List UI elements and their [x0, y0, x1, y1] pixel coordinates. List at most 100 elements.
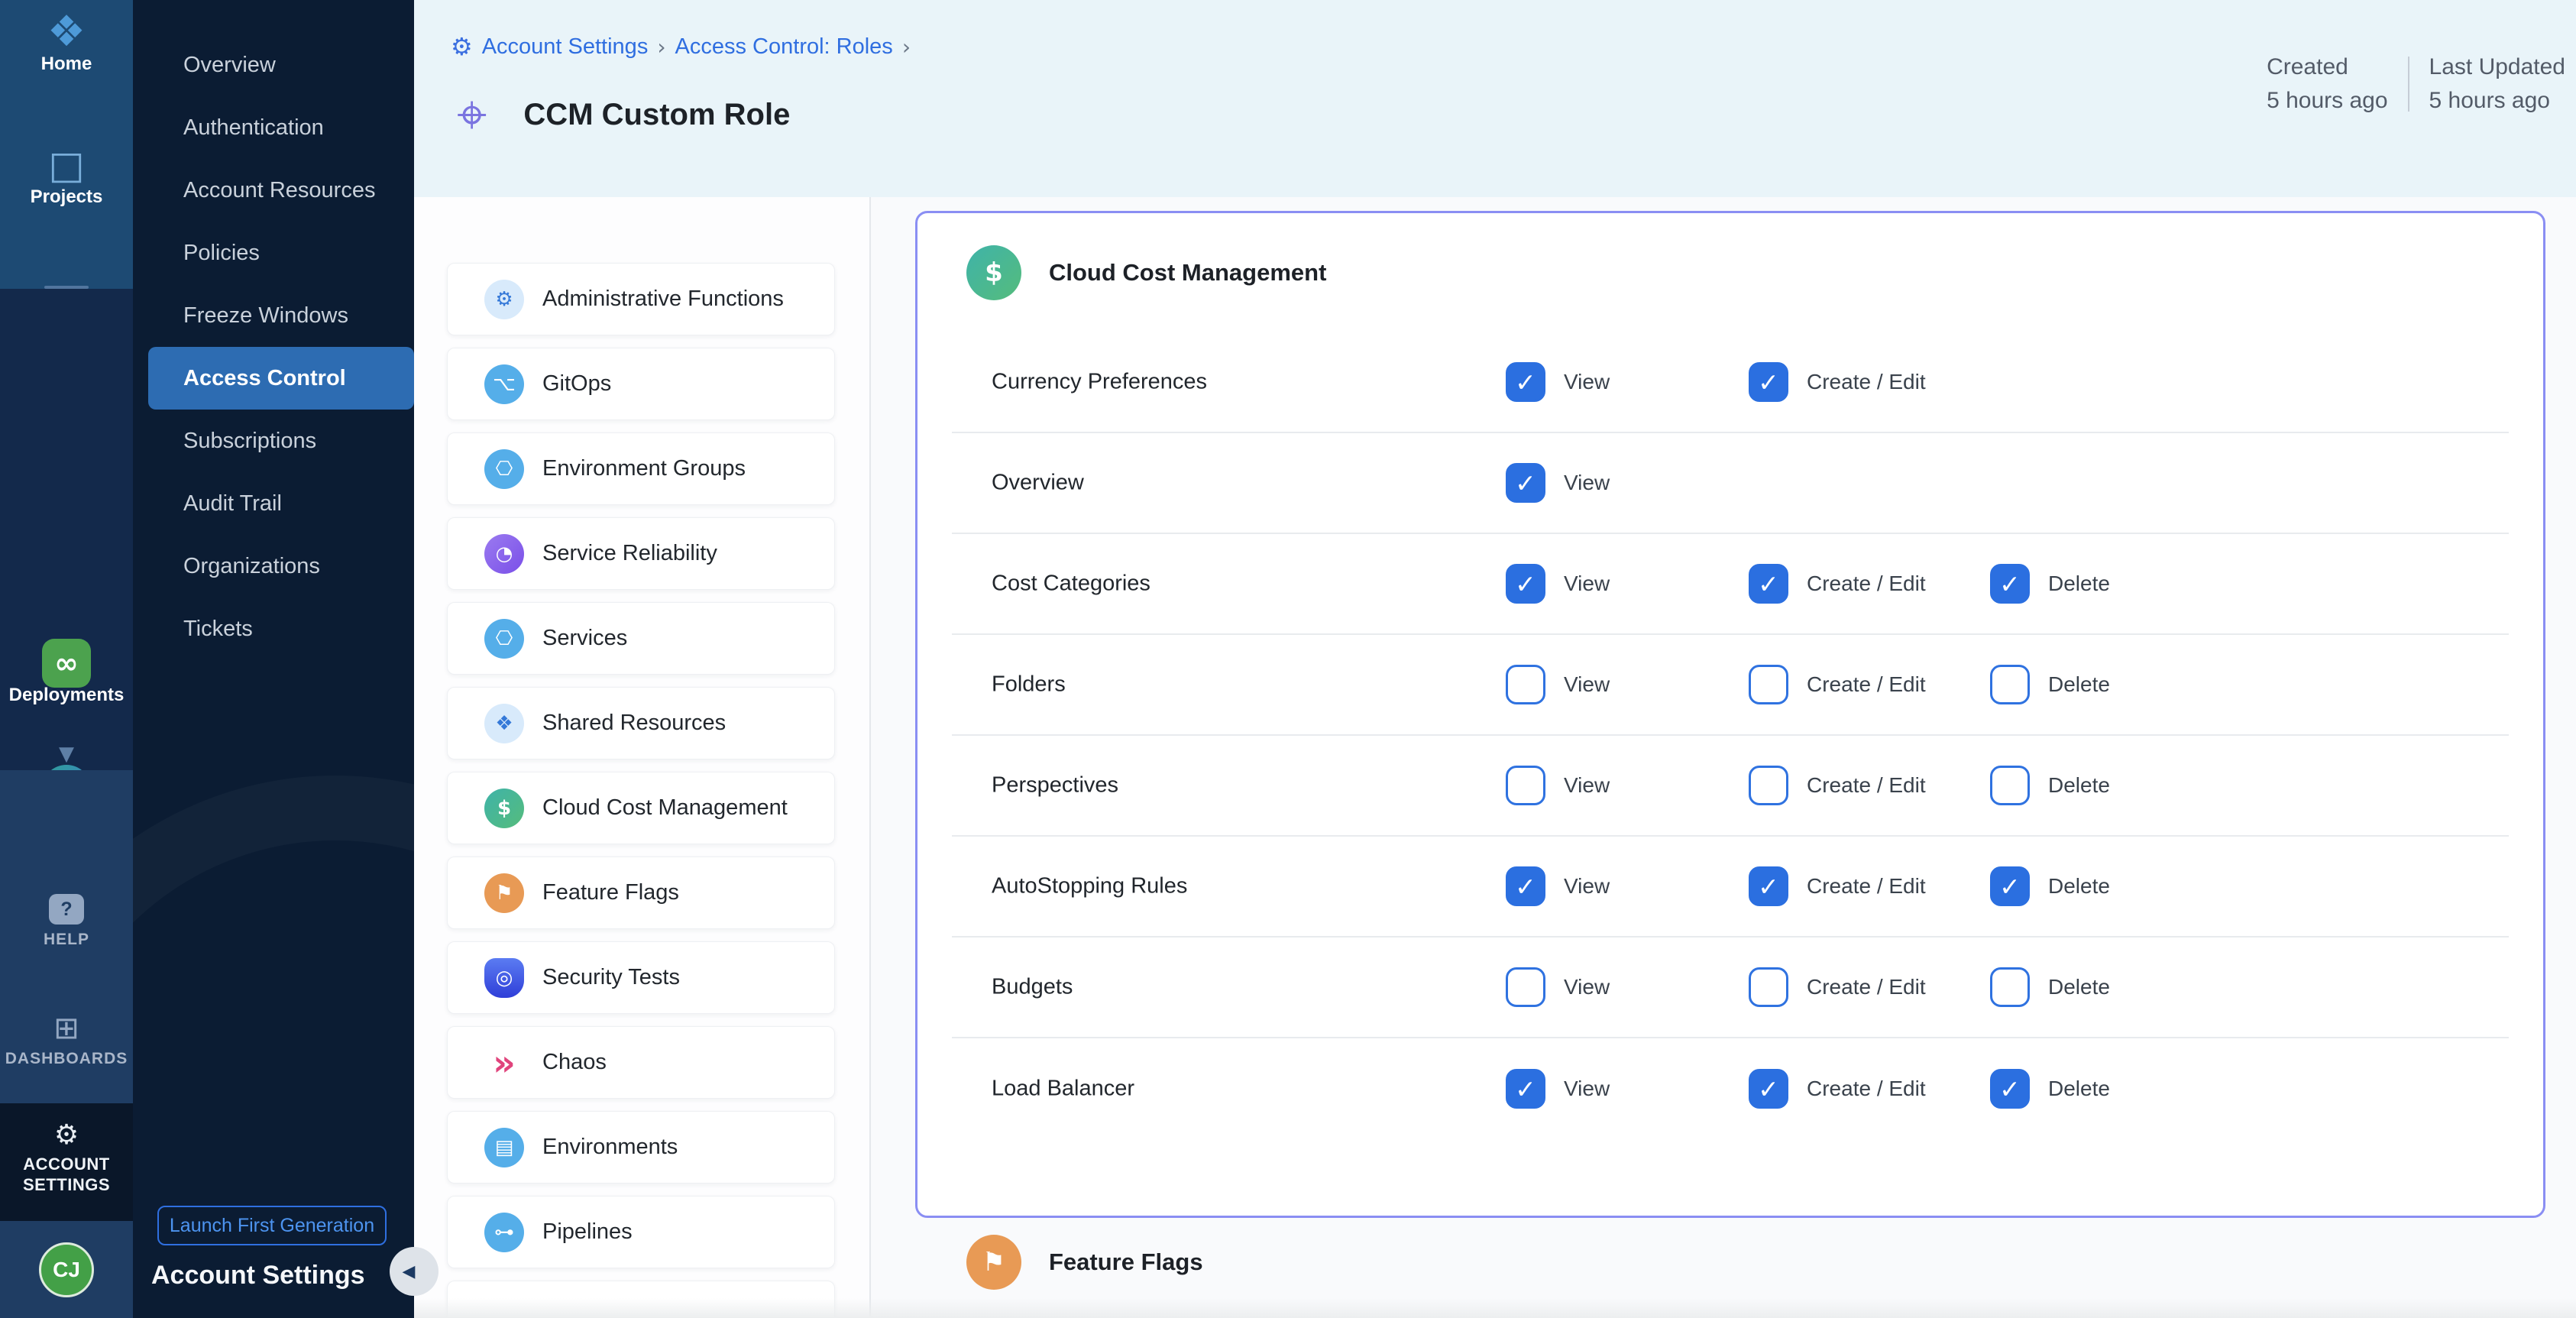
- perm-view-checkbox[interactable]: [1506, 866, 1545, 906]
- perm-create-edit-cell[interactable]: Create / Edit: [1749, 665, 1926, 704]
- sidebar-item-audit-trail[interactable]: Audit Trail: [148, 472, 414, 535]
- perm-view-label: View: [1564, 773, 1610, 798]
- perm-view-checkbox[interactable]: [1506, 564, 1545, 604]
- category-card-environment-groups[interactable]: ⎔Environment Groups: [447, 432, 835, 505]
- rail-top-section: ❖ Home □ Projects: [0, 0, 133, 289]
- nav-projects-label: Projects: [0, 186, 133, 208]
- perm-delete-checkbox[interactable]: [1990, 564, 2030, 604]
- reliability-dial-icon: ◔: [484, 534, 524, 574]
- chevron-down-icon[interactable]: ▼: [0, 743, 133, 766]
- category-card-cloud-cost-management[interactable]: $Cloud Cost Management: [447, 772, 835, 844]
- sidebar-item-tickets[interactable]: Tickets: [148, 597, 414, 660]
- category-card-gitops[interactable]: ⌥GitOps: [447, 348, 835, 420]
- perm-create-edit-checkbox[interactable]: [1749, 766, 1788, 805]
- account-settings-button[interactable]: ⚙ ACCOUNT SETTINGS: [0, 1122, 133, 1195]
- sidebar-item-authentication[interactable]: Authentication: [148, 96, 414, 159]
- nav-deployments[interactable]: ∞Deployments: [0, 639, 133, 706]
- perm-view-checkbox[interactable]: [1506, 463, 1545, 503]
- nav-projects[interactable]: □ Projects: [0, 144, 133, 208]
- category-card-chaos[interactable]: »Chaos: [447, 1026, 835, 1099]
- perm-view-checkbox[interactable]: [1506, 362, 1545, 402]
- perm-delete-cell[interactable]: Delete: [1990, 866, 2110, 906]
- deployments-infinity-icon: ∞: [42, 639, 91, 688]
- flag-icon: ⚑: [966, 1235, 1021, 1290]
- perm-delete-label: Delete: [2048, 874, 2110, 899]
- perm-view-checkbox[interactable]: [1506, 967, 1545, 1007]
- perm-delete-checkbox[interactable]: [1990, 866, 2030, 906]
- permission-rows: Currency PreferencesViewCreate / EditOve…: [952, 332, 2509, 1139]
- perm-create-edit-checkbox[interactable]: [1749, 967, 1788, 1007]
- category-card-environments[interactable]: ▤Environments: [447, 1111, 835, 1184]
- perm-create-edit-cell[interactable]: Create / Edit: [1749, 564, 1926, 604]
- perm-delete-cell[interactable]: Delete: [1990, 967, 2110, 1007]
- perm-delete-cell[interactable]: Delete: [1990, 564, 2110, 604]
- perm-create-edit-checkbox[interactable]: [1749, 564, 1788, 604]
- perm-create-edit-cell[interactable]: Create / Edit: [1749, 362, 1926, 402]
- perm-delete-checkbox[interactable]: [1990, 967, 2030, 1007]
- breadcrumb-account-settings[interactable]: Account Settings: [482, 34, 649, 60]
- perm-view-label: View: [1564, 471, 1610, 495]
- perm-create-edit-cell[interactable]: Create / Edit: [1749, 766, 1926, 805]
- category-label: Administrative Functions: [542, 287, 784, 312]
- sidebar-item-policies[interactable]: Policies: [148, 222, 414, 284]
- pipeline-links-icon: ⊶: [484, 1213, 524, 1252]
- perm-create-edit-cell[interactable]: Create / Edit: [1749, 1069, 1926, 1109]
- created-label: Created: [2267, 53, 2387, 81]
- rail-account-settings[interactable]: ⚙ ACCOUNT SETTINGS: [0, 1103, 133, 1221]
- dashboards-button[interactable]: ⊞ DASHBOARDS: [0, 1013, 133, 1068]
- perm-create-edit-cell[interactable]: Create / Edit: [1749, 967, 1926, 1007]
- perm-delete-checkbox[interactable]: [1990, 665, 2030, 704]
- perm-create-edit-checkbox[interactable]: [1749, 665, 1788, 704]
- perm-view-cell[interactable]: View: [1506, 362, 1610, 402]
- user-avatar[interactable]: CJ: [0, 1242, 133, 1297]
- permission-row-autostopping-rules: AutoStopping RulesViewCreate / EditDelet…: [952, 837, 2509, 937]
- perm-view-checkbox[interactable]: [1506, 766, 1545, 805]
- perm-create-edit-cell[interactable]: Create / Edit: [1749, 866, 1926, 906]
- nav-home-label: Home: [0, 53, 133, 75]
- nav-home[interactable]: ❖ Home: [0, 11, 133, 75]
- perm-view-cell[interactable]: View: [1506, 463, 1610, 503]
- perm-create-edit-label: Create / Edit: [1807, 672, 1926, 697]
- permission-row-label: Currency Preferences: [992, 370, 1207, 395]
- perm-delete-cell[interactable]: Delete: [1990, 1069, 2110, 1109]
- launch-first-generation-button[interactable]: Launch First Generation: [157, 1206, 387, 1245]
- perm-create-edit-checkbox[interactable]: [1749, 362, 1788, 402]
- perm-delete-checkbox[interactable]: [1990, 1069, 2030, 1109]
- breadcrumb-access-control-roles[interactable]: Access Control: Roles: [675, 34, 893, 60]
- flag-icon: ⚑: [484, 873, 524, 913]
- perm-view-cell[interactable]: View: [1506, 564, 1610, 604]
- sidebar-item-freeze-windows[interactable]: Freeze Windows: [148, 284, 414, 347]
- sidebar-item-access-control[interactable]: Access Control: [148, 347, 414, 410]
- chaos-arrows-icon: »: [484, 1043, 524, 1083]
- perm-create-edit-checkbox[interactable]: [1749, 1069, 1788, 1109]
- category-card-partial[interactable]: [447, 1281, 835, 1318]
- category-card-shared-resources[interactable]: ❖Shared Resources: [447, 687, 835, 759]
- perm-view-cell[interactable]: View: [1506, 766, 1610, 805]
- sidebar-collapse-button[interactable]: ◀: [390, 1247, 439, 1296]
- perm-delete-cell[interactable]: Delete: [1990, 665, 2110, 704]
- perm-view-checkbox[interactable]: [1506, 1069, 1545, 1109]
- account-settings-label-line1: ACCOUNT: [0, 1154, 133, 1174]
- category-card-pipelines[interactable]: ⊶Pipelines: [447, 1196, 835, 1268]
- perm-delete-cell[interactable]: Delete: [1990, 766, 2110, 805]
- perm-delete-checkbox[interactable]: [1990, 766, 2030, 805]
- gear-icon: ⚙: [484, 280, 524, 319]
- sidebar-item-account-resources[interactable]: Account Resources: [148, 159, 414, 222]
- perm-create-edit-checkbox[interactable]: [1749, 866, 1788, 906]
- category-card-administrative-functions[interactable]: ⚙ Administrative Functions: [447, 263, 835, 335]
- sidebar-item-organizations[interactable]: Organizations: [148, 535, 414, 597]
- perm-view-cell[interactable]: View: [1506, 967, 1610, 1007]
- category-card-service-reliability[interactable]: ◔Service Reliability: [447, 517, 835, 590]
- category-card-services[interactable]: ⎔Services: [447, 602, 835, 675]
- diamond-icon: ❖: [484, 704, 524, 743]
- perm-view-cell[interactable]: View: [1506, 866, 1610, 906]
- account-settings-label-line2: SETTINGS: [0, 1174, 133, 1195]
- sidebar-item-subscriptions[interactable]: Subscriptions: [148, 410, 414, 472]
- sidebar-item-overview[interactable]: Overview: [148, 34, 414, 96]
- category-card-feature-flags[interactable]: ⚑Feature Flags: [447, 857, 835, 929]
- perm-view-cell[interactable]: View: [1506, 1069, 1610, 1109]
- perm-view-checkbox[interactable]: [1506, 665, 1545, 704]
- category-card-security-tests[interactable]: ◎Security Tests: [447, 941, 835, 1014]
- help-button[interactable]: ? HELP: [0, 894, 133, 949]
- perm-view-cell[interactable]: View: [1506, 665, 1610, 704]
